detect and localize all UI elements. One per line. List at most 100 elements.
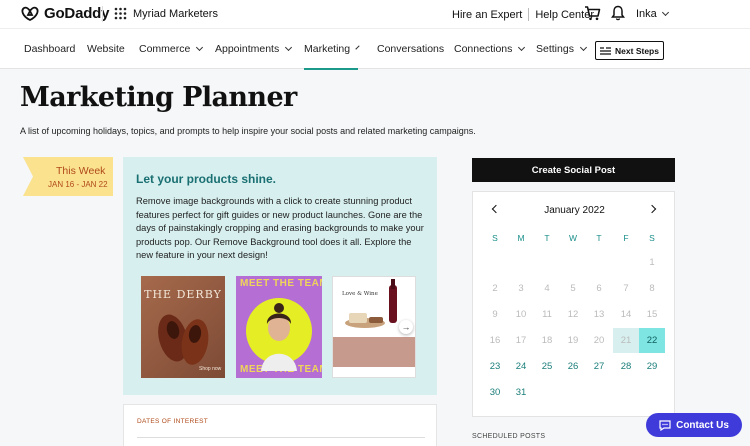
- nav-label: Website: [87, 43, 125, 55]
- create-social-post-button[interactable]: Create Social Post: [472, 158, 675, 182]
- calendar-day[interactable]: 17: [508, 328, 534, 353]
- nav-settings[interactable]: Settings: [536, 29, 587, 69]
- user-menu[interactable]: Inka: [636, 8, 669, 20]
- calendar-day[interactable]: 20: [586, 328, 612, 353]
- page-subtitle: A list of upcoming holidays, topics, and…: [20, 126, 476, 136]
- calendar: January 2022 S M T W T F S 1 2 3 4 5 6 7 8 9 10 11 12 13 14 1…: [472, 191, 675, 417]
- carousel-next-button[interactable]: →: [399, 320, 413, 334]
- user-name: Inka: [636, 8, 657, 20]
- nav-label: Marketing: [304, 42, 351, 55]
- nav-label: Commerce: [139, 43, 191, 55]
- feature-card: Let your products shine. Remove image ba…: [123, 157, 437, 395]
- calendar-day[interactable]: 25: [534, 354, 560, 379]
- calendar-day[interactable]: 7: [613, 276, 639, 301]
- calendar-month: January 2022: [544, 205, 605, 216]
- arrow-right-icon: →: [401, 322, 411, 332]
- top-links: Hire an Expert Help Center: [452, 8, 594, 21]
- chevron-down-icon: [285, 43, 293, 52]
- weekday-label: T: [544, 233, 550, 243]
- chevron-down-icon: [196, 43, 204, 52]
- bell-icon[interactable]: [611, 5, 625, 21]
- card-body: Remove image backgrounds with a click to…: [136, 196, 424, 261]
- hire-expert-link[interactable]: Hire an Expert: [452, 9, 522, 21]
- calendar-day[interactable]: 30: [482, 380, 508, 405]
- nav-label: Connections: [454, 43, 513, 55]
- template-thumbnail-derby[interactable]: THE DERBY Shop now: [141, 276, 225, 378]
- page-title: Marketing Planner: [20, 82, 297, 113]
- contact-us-button[interactable]: Contact Us: [646, 413, 742, 437]
- divider: [102, 6, 103, 22]
- calendar-day[interactable]: 6: [586, 276, 612, 301]
- create-post-label: Create Social Post: [531, 164, 616, 176]
- calendar-day[interactable]: 14: [613, 302, 639, 327]
- calendar-day[interactable]: 3: [508, 276, 534, 301]
- nav-label: Dashboard: [24, 43, 76, 55]
- nav-website[interactable]: Website: [87, 29, 125, 69]
- calendar-day[interactable]: 1: [639, 250, 665, 275]
- nav-label: Conversations: [377, 43, 445, 55]
- chevron-down-icon: [518, 43, 526, 52]
- next-steps-button[interactable]: Next Steps: [595, 41, 664, 60]
- contact-us-label: Contact Us: [676, 419, 729, 431]
- calendar-day[interactable]: 4: [534, 276, 560, 301]
- calendar-day[interactable]: 28: [613, 354, 639, 379]
- calendar-day[interactable]: 12: [560, 302, 586, 327]
- this-week-range: JAN 16 - JAN 22: [48, 180, 108, 189]
- calendar-day[interactable]: 21: [613, 328, 639, 353]
- calendar-day[interactable]: 23: [482, 354, 508, 379]
- portrait-image: [246, 298, 312, 371]
- calendar-day[interactable]: 10: [508, 302, 534, 327]
- thumb-small-text: Shop now: [199, 366, 222, 372]
- divider: [528, 8, 530, 21]
- divider: [137, 437, 425, 438]
- nav-label: Settings: [536, 43, 574, 55]
- business-name[interactable]: Myriad Marketers: [133, 8, 218, 20]
- main-nav: Dashboard Website Commerce Appointments …: [0, 28, 750, 70]
- cart-icon[interactable]: [584, 5, 601, 21]
- weekday-label: M: [517, 233, 525, 243]
- shoes-image: [158, 314, 209, 365]
- calendar-day[interactable]: 24: [508, 354, 534, 379]
- chevron-down-icon: [579, 43, 587, 52]
- nav-dashboard[interactable]: Dashboard: [24, 29, 75, 69]
- godaddy-logo-icon: [21, 6, 39, 21]
- calendar-day[interactable]: 27: [586, 354, 612, 379]
- nav-marketing[interactable]: Marketing: [304, 29, 360, 70]
- weekday-label: T: [596, 233, 602, 243]
- weekday-label: S: [649, 233, 655, 243]
- calendar-day[interactable]: 22: [639, 328, 665, 353]
- dates-of-interest-panel: DATES OF INTEREST: [123, 404, 437, 446]
- calendar-day[interactable]: 5: [560, 276, 586, 301]
- scheduled-posts-label: SCHEDULED POSTS: [472, 433, 546, 440]
- calendar-day[interactable]: 19: [560, 328, 586, 353]
- calendar-day[interactable]: 9: [482, 302, 508, 327]
- template-thumbnail-team[interactable]: MEET THE TEAM MEET THE TEAM: [236, 276, 322, 378]
- calendar-day[interactable]: 2: [482, 276, 508, 301]
- next-steps-label: Next Steps: [615, 45, 659, 56]
- chat-icon: [659, 419, 671, 431]
- app-grid-icon[interactable]: [114, 7, 127, 20]
- calendar-day[interactable]: 8: [639, 276, 665, 301]
- nav-connections[interactable]: Connections: [454, 29, 526, 69]
- weekday-label: S: [492, 233, 498, 243]
- calendar-day[interactable]: 15: [639, 302, 665, 327]
- calendar-day[interactable]: 11: [534, 302, 560, 327]
- godaddy-logo[interactable]: GoDaddy: [20, 5, 109, 22]
- chevron-down-icon: [661, 8, 669, 17]
- calendar-day[interactable]: 29: [639, 354, 665, 379]
- nav-conversations[interactable]: Conversations: [377, 29, 444, 69]
- list-icon: [600, 46, 612, 55]
- calendar-day[interactable]: 26: [560, 354, 586, 379]
- weekday-label: W: [568, 233, 578, 243]
- calendar-day[interactable]: 16: [482, 328, 508, 353]
- this-week-title: This Week: [56, 165, 106, 177]
- brand-name: GoDaddy: [44, 5, 110, 22]
- top-bar: GoDaddy Myriad Marketers Hire an Expert …: [0, 0, 750, 28]
- calendar-day[interactable]: 18: [534, 328, 560, 353]
- calendar-day[interactable]: 13: [586, 302, 612, 327]
- dates-of-interest-label: DATES OF INTEREST: [137, 418, 209, 425]
- nav-commerce[interactable]: Commerce: [139, 29, 204, 69]
- calendar-day[interactable]: 31: [508, 380, 534, 405]
- nav-appointments[interactable]: Appointments: [215, 29, 293, 69]
- nav-label: Appointments: [215, 43, 280, 55]
